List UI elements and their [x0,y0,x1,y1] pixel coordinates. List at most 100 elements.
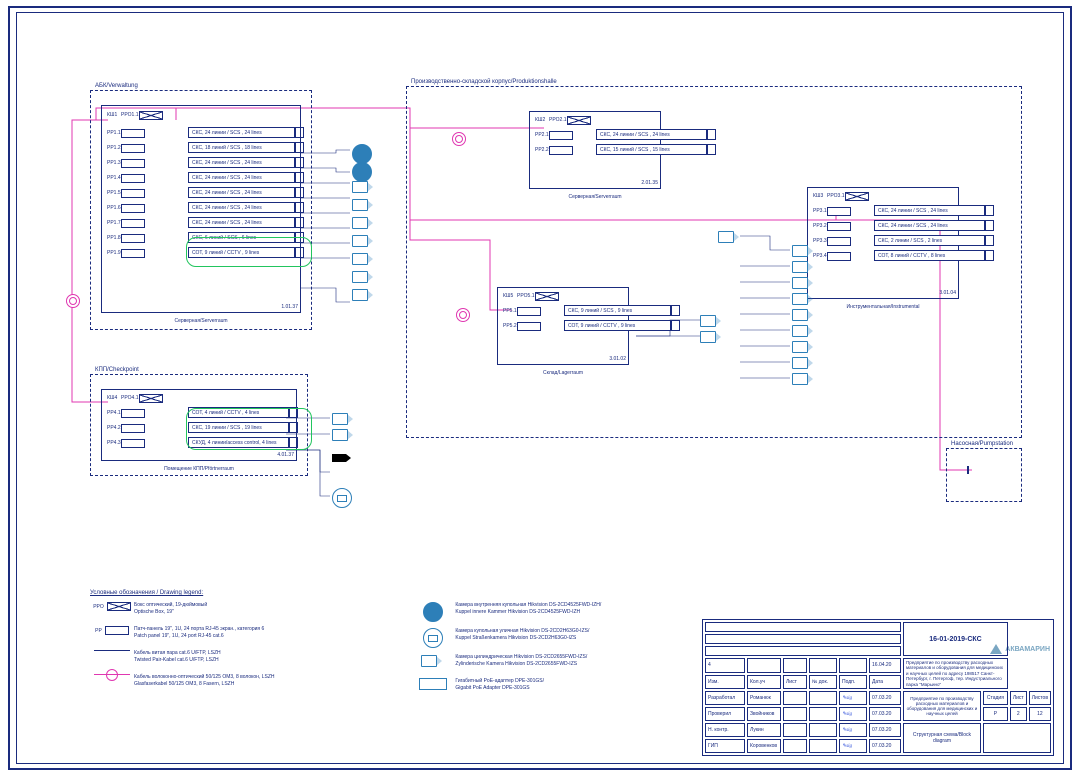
cyl-cam-icon [700,330,724,344]
link-label: СКС, 24 линии / SCS , 24 lines [188,202,296,213]
page: АБК/Verwaltung КШ1 PPO1.1 PP1.1СКС, 24 л… [0,0,1080,778]
port-icon [288,422,298,433]
link-label: СКС, 24 линии / SCS , 24 lines [874,205,986,216]
building-label: Насосная/Pumpstation [951,441,1013,447]
link-label: СОТ, 8 линий / CCTV , 8 lines [874,250,986,261]
patch-panel-icon [121,439,145,448]
link-label: СКС, 18 линий / SCS , 18 lines [188,142,296,153]
link-label: СКС, 15 линий / SCS , 15 lines [596,144,708,155]
patch-panel-icon [121,424,145,433]
building-label: КПП/Checkpoint [95,367,139,373]
patch-panel-icon [549,146,573,155]
optical-box-icon [139,394,163,403]
titleblock-row: РазработалРоманюк✎sig07.03.20Предприятие… [705,691,1051,705]
port-icon [294,127,304,138]
room-server1: КШ1 PPO1.1 PP1.1СКС, 24 линии / SCS , 24… [101,105,301,313]
titleblock-row: 416.04.20Предприятие по производству рас… [705,658,1051,672]
pp-row: PP2.1 [535,130,577,140]
port-icon [294,217,304,228]
pp-row: PP5.1 [503,306,545,316]
patch-panel-icon [121,159,145,168]
building-label: АБК/Verwaltung [95,83,138,89]
cyl-cam-icon [792,244,816,258]
cyl-cam-icon [792,260,816,274]
patch-panel-icon [517,322,541,331]
link-label: СКС, 19 линии / SCS , 19 lines [188,422,290,433]
link-label: СКС, 24 линии / SCS , 24 lines [188,127,296,138]
building-pump: Насосная/Pumpstation [946,448,1022,502]
titleblock-row: ПроверилЗвойников✎sig07.03.20Р212 [705,707,1051,721]
building-kpp: КПП/Checkpoint КШ4 PPO4.1 PP4.1СОТ, 4 ли… [90,374,308,476]
pp-row: PP1.7 [107,218,149,228]
link-label: СКУД, 4 линии/access control, 4 lines [188,437,290,448]
patch-panel-icon [121,129,145,138]
building-production: Производственно-складской корпус/Produkt… [406,86,1022,438]
port-icon [288,407,298,418]
legend-item: Камера купольная уличная Hikvision DS-2C… [411,628,731,648]
patch-panel-icon [549,131,573,140]
patch-panel-icon [121,249,145,258]
pp-row: PP3.1 [813,206,855,216]
port-icon [294,187,304,198]
link-label: СОТ, 9 линий / CCTV , 9 lines [188,247,296,258]
port-icon [294,157,304,168]
pp-row: PP4.1 [107,408,149,418]
patch-panel-icon [827,252,851,261]
pp-row: PP1.1 [107,128,149,138]
patch-panel-icon [121,189,145,198]
link-label: СКС, 24 линии / SCS , 24 lines [188,217,296,228]
port-icon [706,129,716,140]
legend-item: Гигабитный PoE-адаптер DPE-301GS/Gigabit… [411,678,731,696]
building-label: Производственно-складской корпус/Produkt… [411,79,557,85]
optical-box-icon [535,292,559,301]
cyl-cam-icon [352,216,376,230]
legend-item: Кабель витая пара cat.6 U/FTP, LSZHTwist… [90,650,370,668]
link-label: СОТ, 4 линий / CCTV , 4 lines [188,407,290,418]
patch-panel-icon [121,204,145,213]
doc-number: 16-01-2019-СКС [903,622,1008,656]
pp-row: PP3.3 [813,236,855,246]
cyl-cam-icon [352,180,376,194]
room-sklad: КШ5 PPO5.1 PP5.1СКС, 9 линий / SCS , 9 l… [497,287,629,365]
legend-title: Условные обозначения / Drawing legend: [90,590,740,596]
splice-node-icon [66,294,80,308]
cyl-cam-icon [352,288,376,302]
link-label: СКС, 6 линий / SCS , 6 lines [188,232,296,243]
cyl-cam-icon [352,198,376,212]
patch-panel-icon [121,409,145,418]
pp-row: PP5.2 [503,321,545,331]
cyl-cam-icon [352,234,376,248]
pp-row: PP1.5 [107,188,149,198]
room-server2: КШ2 PPO2.1 PP2.1СКС, 24 линии / SCS , 24… [529,111,661,189]
titleblock-row: Н. контр.Лукин✎sig07.03.20Структурная сх… [705,723,1051,737]
optical-box-icon [139,111,163,120]
port-icon [294,172,304,183]
cyl-cam-icon [332,412,356,426]
port-icon [294,142,304,153]
building-abk: АБК/Verwaltung КШ1 PPO1.1 PP1.1СКС, 24 л… [90,90,312,330]
link-label: СКС, 2 линии / SCS , 2 lines [874,235,986,246]
patch-panel-icon [827,222,851,231]
link-label: СКС, 24 линии / SCS , 24 lines [188,172,296,183]
cyl-cam-icon [792,340,816,354]
port-icon [670,320,680,331]
pp-row: PP4.2 [107,423,149,433]
patch-panel-icon [121,219,145,228]
port-icon [288,437,298,448]
port-icon [984,235,994,246]
port-icon [706,144,716,155]
cyl-cam-icon [700,314,724,328]
room-kpp: КШ4 PPO4.1 PP4.1СОТ, 4 линий / CCTV , 4 … [101,389,297,461]
port-icon [294,202,304,213]
link-label: СКС, 24 линии / SCS , 24 lines [188,187,296,198]
black-cam-icon [332,454,351,464]
pp-row: PP3.4 [813,251,855,261]
pp-row: PP1.6 [107,203,149,213]
pp-row: PP1.8 [107,233,149,243]
patch-panel-icon [967,467,973,473]
patch-panel-icon [827,207,851,216]
legend-item: PPOБокс оптический, 19-дюймовыйOptische … [90,602,370,620]
cyl-cam-icon [718,230,742,244]
port-icon [984,250,994,261]
cyl-cam-icon [332,428,356,442]
